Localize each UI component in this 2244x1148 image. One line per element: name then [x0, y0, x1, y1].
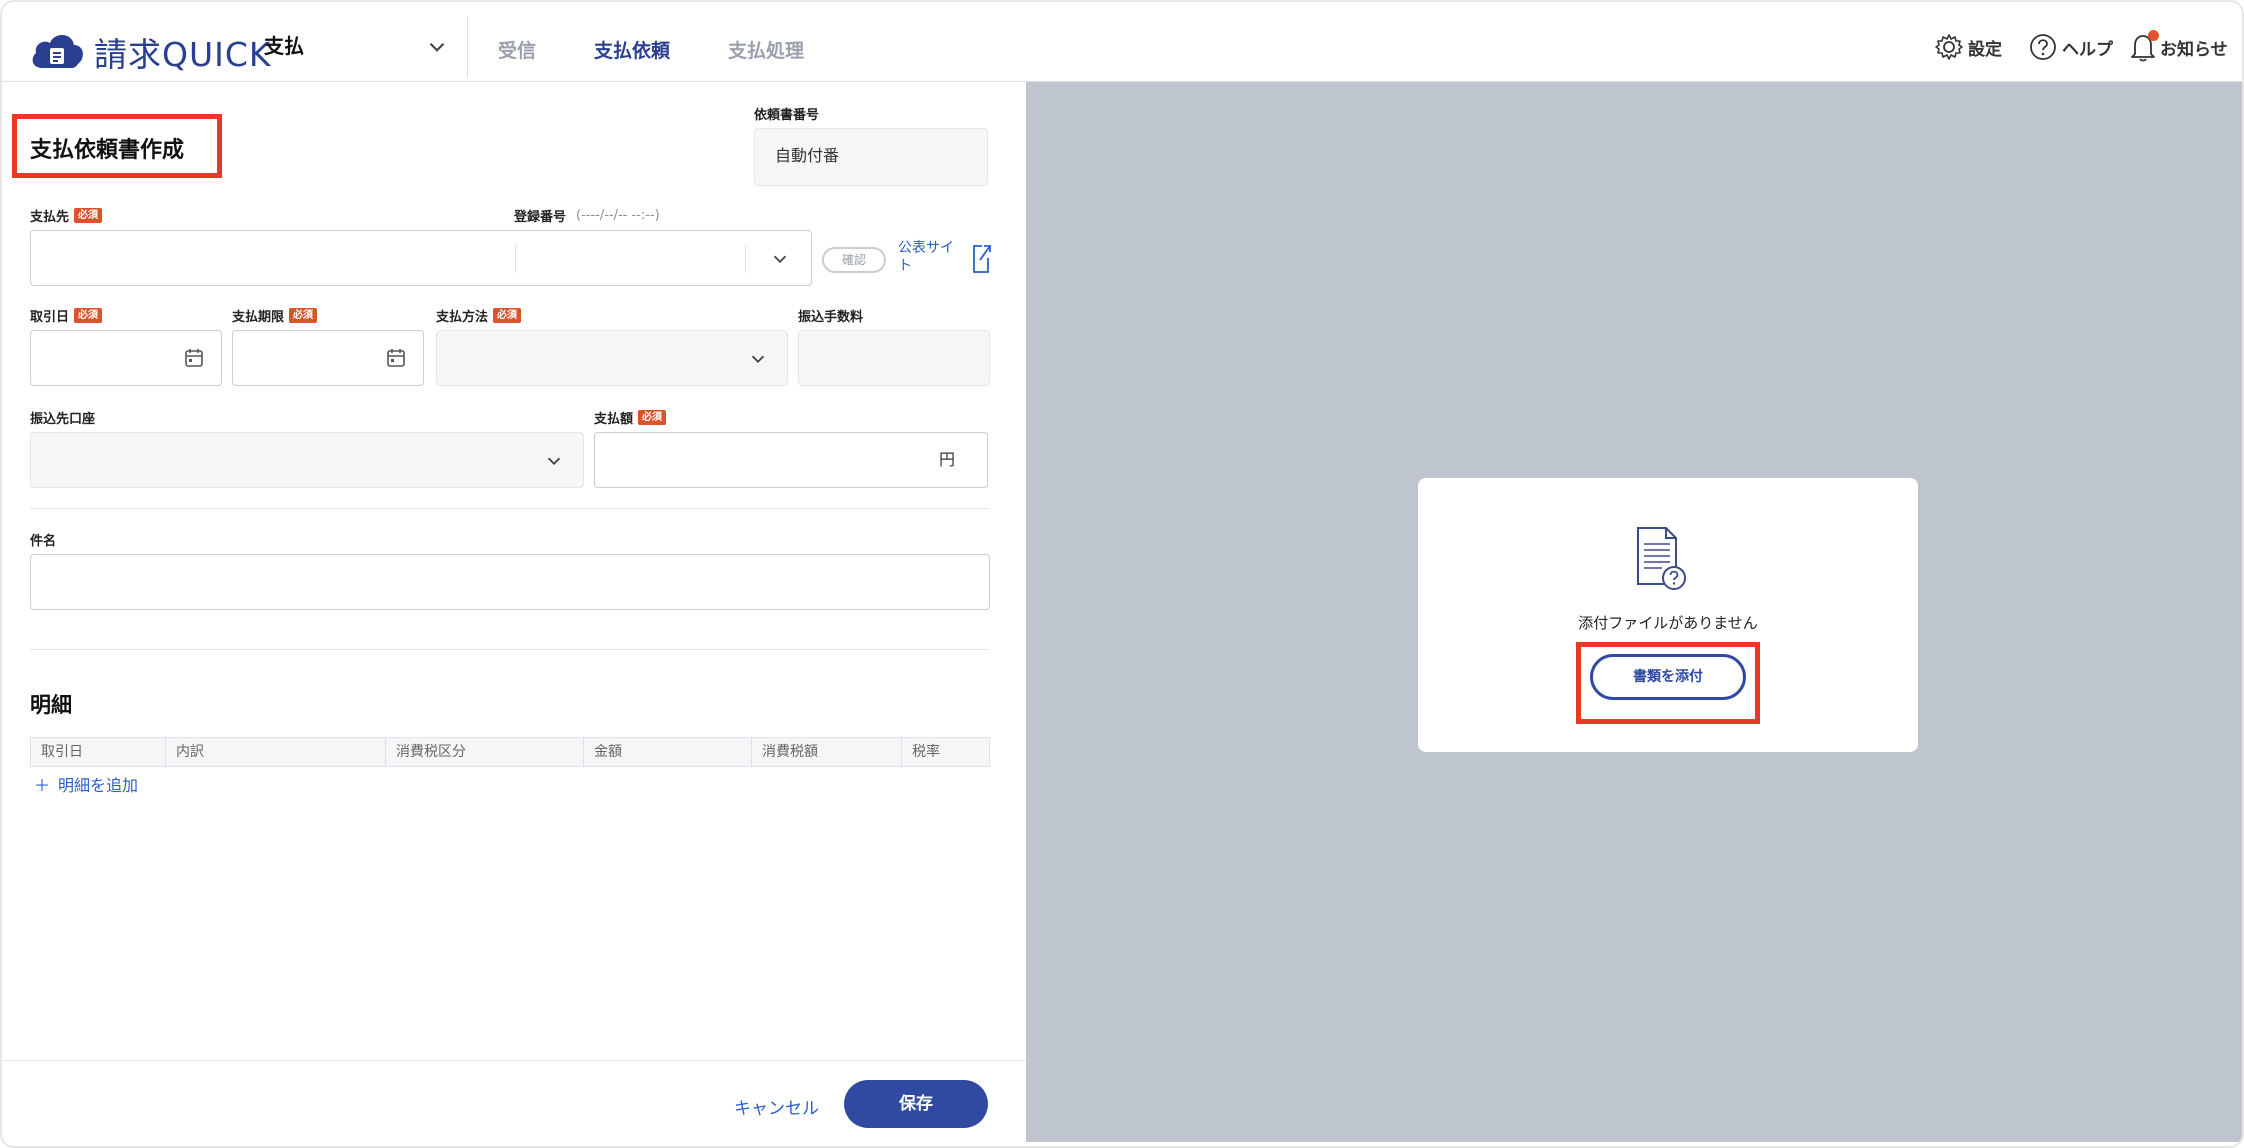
reg-no-label-text: 登録番号: [514, 210, 567, 225]
transaction-date-label: 取引日 必須: [30, 306, 103, 325]
notifications-button[interactable]: お知らせ: [2130, 32, 2228, 62]
add-detail-label: 明細を追加: [58, 776, 139, 795]
chevron-down-icon: [751, 355, 765, 364]
field-divider: [745, 245, 746, 273]
attachment-empty-card: 添付ファイルがありません 書類を添付: [1418, 478, 1918, 752]
help-icon: [2030, 34, 2056, 60]
payment-method-select[interactable]: [436, 330, 788, 386]
calendar-icon: [185, 349, 203, 367]
section-divider: [30, 508, 988, 509]
module-select-value: 支払: [264, 34, 304, 58]
transfer-account-select[interactable]: [30, 432, 584, 488]
transfer-fee-field: [798, 330, 990, 386]
section-divider: [30, 649, 988, 650]
document-question-icon: [1637, 527, 1686, 590]
help-label: ヘルプ: [2062, 39, 2113, 60]
required-badge: 必須: [493, 308, 522, 323]
app-window: 請求QUICK 支払 受信 支払依頼 支払処理 設定 ヘルプ お知らせ 支払依頼…: [0, 0, 2244, 1148]
column-header: 税率: [901, 738, 989, 766]
confirm-button[interactable]: 確認: [822, 247, 886, 273]
payee-combobox[interactable]: [30, 230, 812, 286]
calendar-icon: [387, 349, 405, 367]
transaction-date-input[interactable]: [30, 330, 222, 386]
required-badge: 必須: [74, 208, 103, 223]
help-button[interactable]: ヘルプ: [2028, 32, 2113, 62]
nav-tab-payment-request[interactable]: 支払依頼: [594, 36, 670, 63]
required-badge: 必須: [289, 308, 318, 323]
required-badge: 必須: [74, 308, 103, 323]
page-title: 支払依頼書作成: [30, 138, 185, 163]
details-title: 明細: [30, 693, 72, 717]
public-site-link[interactable]: 公表サイト: [898, 239, 960, 275]
details-table-header: 取引日 内訳 消費税区分 金額 消費税額 税率: [30, 737, 990, 767]
external-link-icon[interactable]: [970, 242, 992, 274]
due-date-input[interactable]: [232, 330, 424, 386]
settings-label: 設定: [1968, 39, 2002, 60]
add-detail-button[interactable]: ＋ 明細を追加: [34, 772, 138, 796]
header-divider: [467, 16, 468, 78]
chevron-down-icon: [429, 42, 445, 52]
chevron-down-icon: [773, 255, 787, 264]
gear-icon: [1935, 34, 1963, 60]
module-select[interactable]: 支払: [264, 30, 464, 66]
brand-name: 請求QUICK: [94, 35, 272, 74]
cancel-button[interactable]: キャンセル: [734, 1094, 819, 1119]
settings-button[interactable]: 設定: [1934, 32, 2002, 62]
chevron-down-icon: [547, 457, 561, 466]
attachment-preview-panel: 添付ファイルがありません 書類を添付: [1026, 82, 2242, 1142]
transaction-date-label-text: 取引日: [30, 310, 70, 325]
notifications-label: お知らせ: [2160, 39, 2228, 60]
subject-label: 件名: [30, 534, 57, 549]
column-header: 取引日: [41, 744, 83, 760]
payment-method-label: 支払方法 必須: [436, 306, 522, 325]
reg-no-hint: (----/--/-- --:--): [576, 208, 660, 223]
amount-label-text: 支払額: [594, 412, 634, 427]
column-header: 金額: [583, 738, 751, 766]
save-button[interactable]: 保存: [844, 1080, 988, 1128]
nav-tab-payment-processing[interactable]: 支払処理: [728, 36, 804, 63]
top-header: 請求QUICK 支払 受信 支払依頼 支払処理 設定 ヘルプ お知らせ: [2, 2, 2242, 82]
amount-label: 支払額 必須: [594, 408, 667, 427]
transfer-account-label: 振込先口座: [30, 412, 96, 427]
plus-icon: ＋: [34, 776, 51, 795]
column-header: 消費税額: [751, 738, 901, 766]
column-header: 消費税区分: [385, 738, 583, 766]
required-badge: 必須: [638, 410, 667, 425]
doc-number-field: 自動付番: [754, 128, 988, 186]
column-header: 内訳: [165, 738, 385, 766]
field-divider: [515, 245, 516, 273]
no-attachment-text: 添付ファイルがありません: [1578, 614, 1758, 632]
payment-method-label-text: 支払方法: [436, 310, 489, 325]
amount-input[interactable]: 円: [594, 432, 988, 488]
attach-document-button[interactable]: 書類を添付: [1590, 654, 1746, 700]
doc-number-value: 自動付番: [775, 146, 840, 165]
doc-number-label: 依頼書番号: [754, 108, 820, 123]
transfer-fee-label: 振込手数料: [798, 310, 864, 325]
footer-divider: [2, 1060, 1026, 1061]
form-panel: 支払依頼書作成 依頼書番号 自動付番 支払先 必須 登録番号 (----/--/…: [2, 82, 1026, 1146]
payee-label-text: 支払先: [30, 210, 70, 225]
due-date-label-text: 支払期限: [232, 310, 285, 325]
nav-tab-received[interactable]: 受信: [498, 36, 536, 63]
notification-dot: [2148, 30, 2159, 41]
amount-unit: 円: [938, 450, 955, 469]
payee-label: 支払先 必須: [30, 206, 103, 225]
subject-input[interactable]: [30, 554, 990, 610]
due-date-label: 支払期限 必須: [232, 306, 318, 325]
cloud-logo-icon: [32, 34, 83, 68]
reg-no-label: 登録番号 (----/--/-- --:--): [514, 206, 660, 225]
